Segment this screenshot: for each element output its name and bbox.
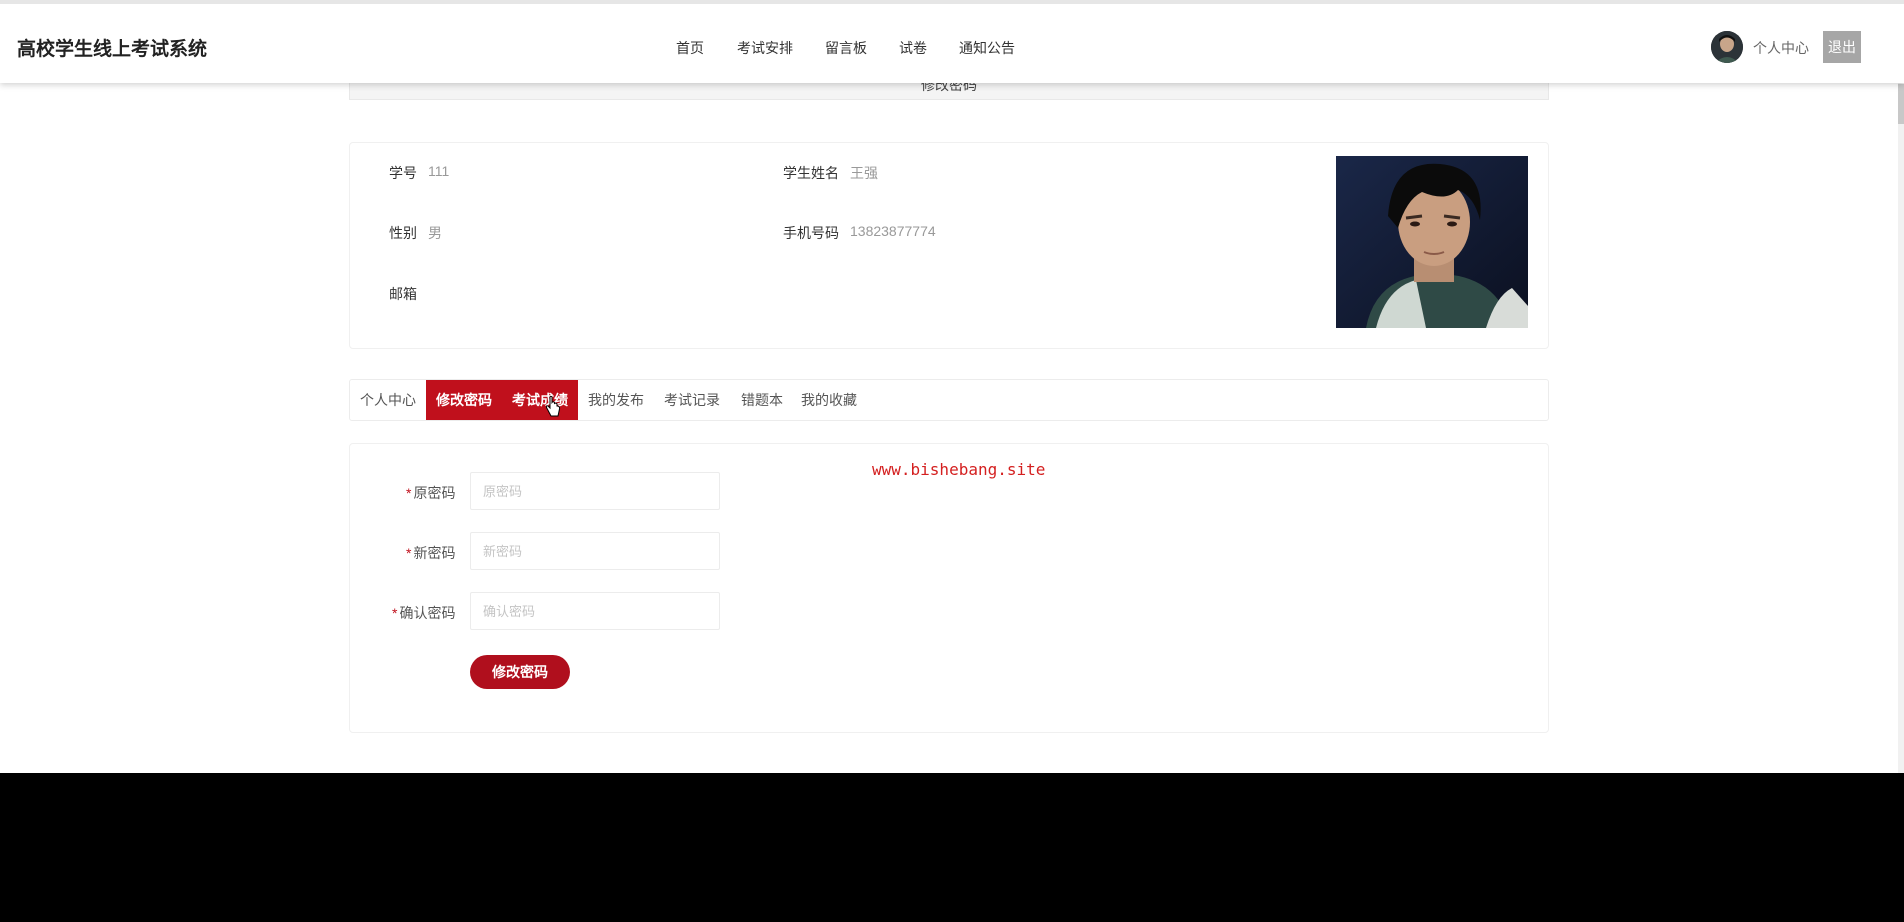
scrollbar-thumb[interactable] xyxy=(1898,84,1904,124)
required-mark: * xyxy=(392,605,398,621)
tab-change-password[interactable]: 修改密码 xyxy=(426,380,502,420)
phone-value: 13823877774 xyxy=(850,223,936,239)
email-label: 邮箱 xyxy=(389,286,417,302)
old-password-input[interactable] xyxy=(470,472,720,510)
tab-wrong-questions[interactable]: 错题本 xyxy=(730,380,794,420)
site-title: 高校学生线上考试系统 xyxy=(17,39,208,60)
required-mark: * xyxy=(406,485,412,501)
new-password-input[interactable] xyxy=(470,532,720,570)
hand-cursor-icon xyxy=(545,396,561,417)
phone-label: 手机号码 xyxy=(783,225,839,241)
nav-home[interactable]: 首页 xyxy=(676,38,704,58)
avatar-image xyxy=(1711,31,1743,63)
student-id-value: 111 xyxy=(428,163,450,179)
student-id-label: 学号 xyxy=(389,165,417,181)
confirm-password-label: * 确认密码 xyxy=(392,603,455,623)
profile-photo xyxy=(1336,156,1528,328)
top-header: 高校学生线上考试系统 首页 考试安排 留言板 试卷 通知公告 个人中心 退出 xyxy=(0,0,1904,83)
student-name-label: 学生姓名 xyxy=(783,165,839,181)
old-password-label-text: 原密码 xyxy=(413,485,456,501)
new-password-label-text: 新密码 xyxy=(413,545,456,561)
avatar[interactable] xyxy=(1711,31,1743,63)
footer-black-area xyxy=(0,773,1904,922)
new-password-label: * 新密码 xyxy=(406,543,455,563)
watermark-text: www.bishebang.site xyxy=(872,460,1046,479)
nav-notices[interactable]: 通知公告 xyxy=(959,38,1015,58)
gender-label: 性别 xyxy=(389,225,417,241)
nav-message-board[interactable]: 留言板 xyxy=(825,38,867,58)
student-name-value: 王强 xyxy=(850,165,878,181)
tab-exam-scores[interactable]: 考试成绩 xyxy=(502,380,578,420)
profile-tabs: 个人中心 修改密码 考试成绩 我的发布 考试记录 错题本 我的收藏 xyxy=(349,379,1549,421)
tab-personal-center[interactable]: 个人中心 xyxy=(350,380,426,420)
tab-my-posts[interactable]: 我的发布 xyxy=(578,380,654,420)
confirm-password-label-text: 确认密码 xyxy=(399,605,456,621)
user-center-link[interactable]: 个人中心 xyxy=(1753,38,1809,58)
old-password-label: * 原密码 xyxy=(406,483,455,503)
nav-exam-schedule[interactable]: 考试安排 xyxy=(737,38,793,58)
confirm-password-input[interactable] xyxy=(470,592,720,630)
logout-button[interactable]: 退出 xyxy=(1823,31,1861,63)
scrollbar[interactable] xyxy=(1898,83,1904,773)
tab-my-favorites[interactable]: 我的收藏 xyxy=(794,380,864,420)
tab-exam-records[interactable]: 考试记录 xyxy=(654,380,730,420)
required-mark: * xyxy=(406,545,412,561)
change-password-button[interactable]: 修改密码 xyxy=(470,655,570,689)
profile-photo-image xyxy=(1336,156,1528,328)
gender-value: 男 xyxy=(428,225,442,241)
nav-papers[interactable]: 试卷 xyxy=(899,38,927,58)
